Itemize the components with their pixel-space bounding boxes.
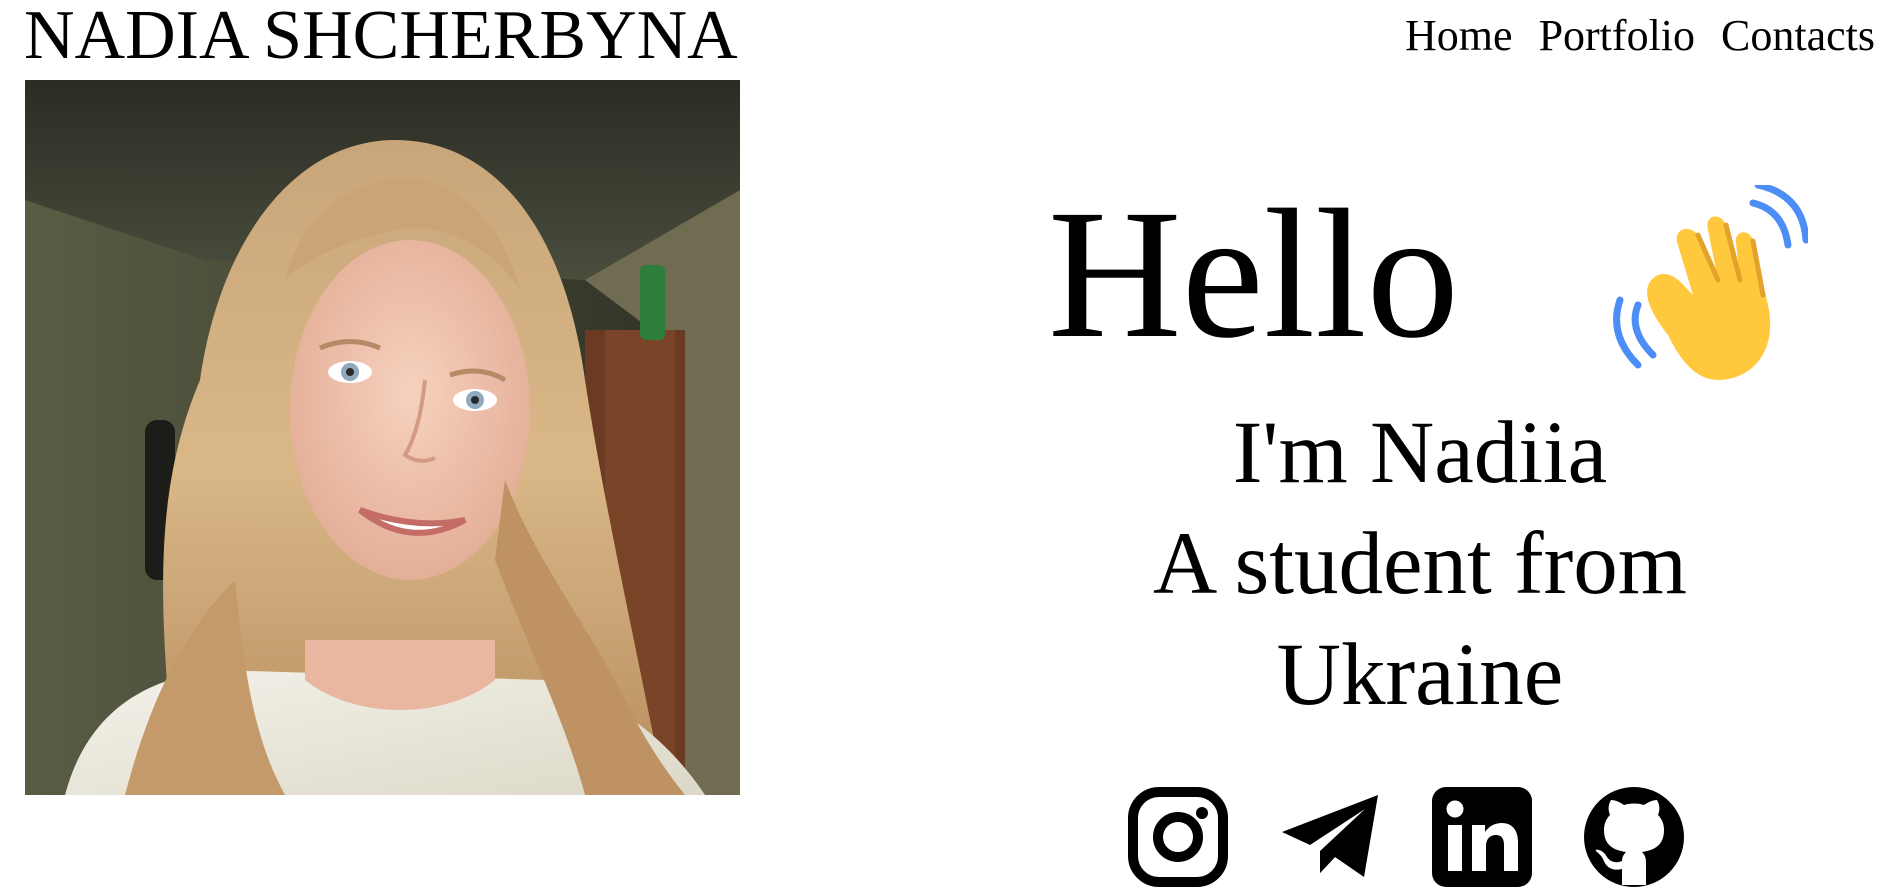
intro-line-3: Ukraine — [1276, 626, 1564, 724]
instagram-link[interactable] — [1128, 787, 1228, 887]
instagram-icon — [1128, 787, 1228, 887]
intro-line-1: I'm Nadiia — [1232, 404, 1608, 502]
site-title: NADIA SHCHERBYNA — [24, 0, 738, 74]
waving-hand-emoji-icon — [1613, 185, 1808, 380]
intro-text: I'm Nadiia A student from Ukraine — [1000, 398, 1840, 731]
nav-contacts-link[interactable]: Contacts — [1721, 10, 1875, 62]
greeting-row: Hello — [1048, 170, 1808, 380]
linkedin-link[interactable] — [1432, 787, 1532, 887]
portrait-illustration — [25, 80, 740, 795]
profile-photo — [25, 80, 740, 795]
telegram-link[interactable] — [1280, 787, 1380, 887]
nav-home-link[interactable]: Home — [1405, 10, 1513, 62]
github-icon — [1584, 787, 1684, 887]
intro-line-2: A student from — [1153, 515, 1687, 613]
greeting-text: Hello — [1048, 172, 1460, 377]
linkedin-icon — [1432, 787, 1532, 887]
telegram-icon — [1282, 795, 1378, 877]
social-links — [1128, 787, 1684, 887]
nav-portfolio-link[interactable]: Portfolio — [1539, 10, 1695, 62]
main-nav: Home Portfolio Contacts — [1405, 10, 1875, 62]
github-link[interactable] — [1584, 787, 1684, 887]
